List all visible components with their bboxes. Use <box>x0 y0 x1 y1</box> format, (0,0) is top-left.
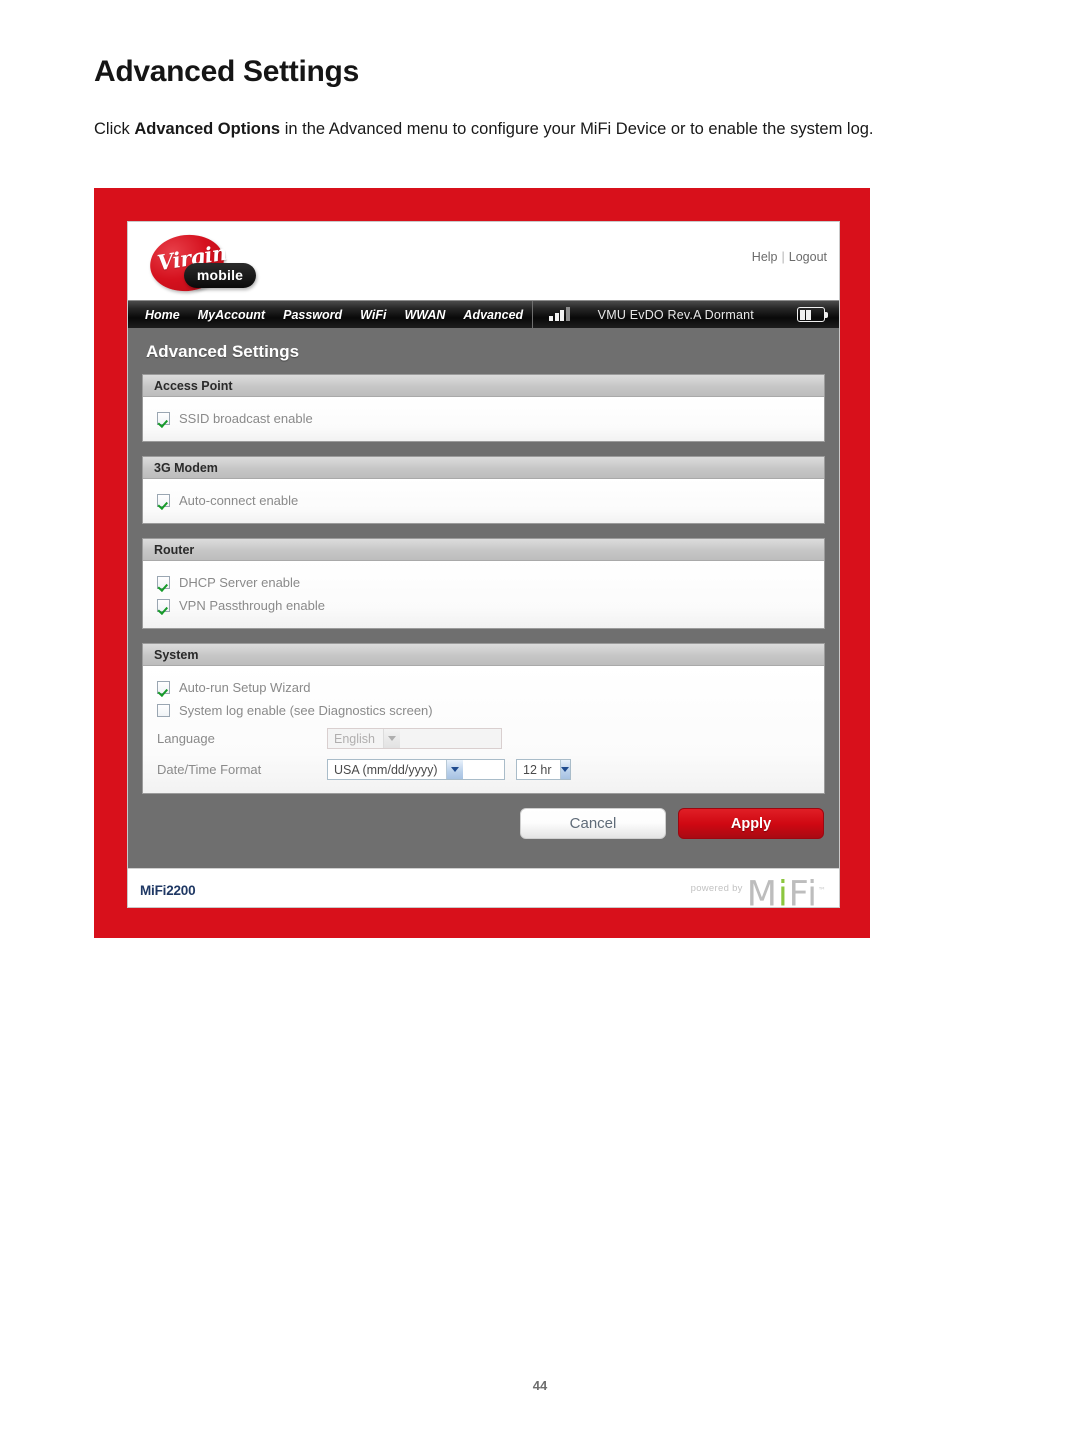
nav-item-myaccount[interactable]: MyAccount <box>189 308 274 322</box>
checkbox-row-vpn-passthrough[interactable]: VPN Passthrough enable <box>157 598 810 613</box>
nav-items: Home MyAccount Password WiFi WWAN Advanc… <box>128 301 534 328</box>
screenshot-red-frame: Virgin mobile Help | Logout Home MyAccount… <box>94 188 870 938</box>
ui-header: Virgin mobile Help | Logout <box>128 222 839 300</box>
links-separator: | <box>781 250 785 264</box>
cancel-button[interactable]: Cancel <box>520 808 666 839</box>
chevron-down-icon <box>445 760 463 779</box>
checkbox-row-system-log[interactable]: System log enable (see Diagnostics scree… <box>157 703 810 718</box>
logo-pill-text: mobile <box>196 267 244 283</box>
powered-by-text: powered by <box>690 883 743 894</box>
date-format-select-value: USA (mm/dd/yyyy) <box>334 762 438 777</box>
checkbox-label-auto-connect: Auto-connect enable <box>179 493 299 508</box>
logout-link[interactable]: Logout <box>789 250 827 264</box>
checkbox-label-ssid-broadcast: SSID broadcast enable <box>179 411 313 426</box>
checkbox-row-dhcp-server[interactable]: DHCP Server enable <box>157 575 810 590</box>
powered-by-mifi: powered by MiFi™ <box>690 874 827 908</box>
chevron-down-icon <box>383 729 400 748</box>
section-body-system: Auto-run Setup Wizard System log enable … <box>143 666 824 793</box>
time-format-select-value: 12 hr <box>523 762 552 777</box>
panel-title: Advanced Settings <box>146 342 300 361</box>
checkbox-system-log[interactable] <box>157 704 170 717</box>
page-paragraph: Click Advanced Options in the Advanced m… <box>94 116 984 142</box>
section-header-router: Router <box>143 539 824 561</box>
action-button-row: Cancel Apply <box>142 808 824 839</box>
ui-content-body: Advanced Settings Access Point SSID broa… <box>128 328 839 868</box>
nav-item-advanced[interactable]: Advanced <box>454 308 532 322</box>
field-label-datetime-format: Date/Time Format <box>157 762 262 777</box>
ui-footer: MiFi2200 powered by MiFi™ <box>128 868 839 908</box>
nav-item-home[interactable]: Home <box>136 308 189 322</box>
trademark-symbol: ™ <box>818 886 827 895</box>
paragraph-text-post: in the Advanced menu to configure your M… <box>280 120 874 138</box>
header-links: Help | Logout <box>752 250 827 264</box>
wordmark-letter-i: i <box>777 874 789 908</box>
language-select[interactable]: English <box>327 728 502 749</box>
field-row-language: Language English <box>157 728 810 749</box>
wordmark-letter-i2: i <box>807 874 818 908</box>
checkbox-row-ssid-broadcast[interactable]: SSID broadcast enable <box>157 411 810 426</box>
checkbox-auto-run-wizard[interactable] <box>157 681 170 694</box>
paragraph-text-pre: Click <box>94 120 135 138</box>
checkbox-label-dhcp-server: DHCP Server enable <box>179 575 301 590</box>
section-router: Router DHCP Server enable VPN Passthroug… <box>142 538 825 629</box>
page-title: Advanced Settings <box>94 55 359 88</box>
checkbox-auto-connect[interactable] <box>157 494 170 507</box>
section-access-point: Access Point SSID broadcast enable <box>142 374 825 442</box>
section-body-router: DHCP Server enable VPN Passthrough enabl… <box>143 561 824 628</box>
apply-button[interactable]: Apply <box>678 808 824 839</box>
section-header-3g-modem: 3G Modem <box>143 457 824 479</box>
field-label-language: Language <box>157 731 215 746</box>
wordmark-letter-f: F <box>788 874 808 908</box>
chevron-down-icon <box>559 760 570 779</box>
status-zone: VMU EvDO Rev.A Dormant <box>533 301 839 328</box>
section-header-system: System <box>143 644 824 666</box>
main-navigation-bar: Home MyAccount Password WiFi WWAN Advanc… <box>128 300 839 328</box>
checkbox-dhcp-server[interactable] <box>157 576 170 589</box>
checkbox-vpn-passthrough[interactable] <box>157 599 170 612</box>
section-3g-modem: 3G Modem Auto-connect enable <box>142 456 825 524</box>
page-number: 44 <box>532 1378 548 1393</box>
language-select-value: English <box>334 731 375 746</box>
signal-strength-icon <box>549 307 570 321</box>
field-row-datetime-format: Date/Time Format USA (mm/dd/yyyy) 12 hr <box>157 759 810 780</box>
battery-icon <box>797 307 828 322</box>
time-format-select[interactable]: 12 hr <box>516 759 571 780</box>
network-status-text: VMU EvDO Rev.A Dormant <box>597 307 754 322</box>
paragraph-text-bold: Advanced Options <box>134 120 281 138</box>
nav-item-password[interactable]: Password <box>274 308 351 322</box>
checkbox-row-auto-connect[interactable]: Auto-connect enable <box>157 493 810 508</box>
device-web-ui: Virgin mobile Help | Logout Home MyAccount… <box>127 221 840 908</box>
nav-item-wifi[interactable]: WiFi <box>351 308 395 322</box>
section-system: System Auto-run Setup Wizard System log … <box>142 643 825 794</box>
mifi-wordmark: MiFi™ <box>746 874 827 908</box>
checkbox-ssid-broadcast[interactable] <box>157 412 170 425</box>
date-format-select[interactable]: USA (mm/dd/yyyy) <box>327 759 505 780</box>
checkbox-label-vpn-passthrough: VPN Passthrough enable <box>179 598 325 613</box>
checkbox-label-system-log: System log enable (see Diagnostics scree… <box>179 703 433 718</box>
section-header-access-point: Access Point <box>143 375 824 397</box>
device-model-label: MiFi2200 <box>140 883 196 898</box>
wordmark-letter-m: M <box>746 874 778 908</box>
help-link[interactable]: Help <box>752 250 778 264</box>
checkbox-label-auto-run-wizard: Auto-run Setup Wizard <box>179 680 311 695</box>
virgin-mobile-logo: Virgin mobile <box>146 231 262 295</box>
nav-item-wwan[interactable]: WWAN <box>395 308 454 322</box>
section-body-access-point: SSID broadcast enable <box>143 397 824 441</box>
section-body-3g-modem: Auto-connect enable <box>143 479 824 523</box>
logo-mobile-pill: mobile <box>184 263 256 288</box>
checkbox-row-auto-run-wizard[interactable]: Auto-run Setup Wizard <box>157 680 810 695</box>
